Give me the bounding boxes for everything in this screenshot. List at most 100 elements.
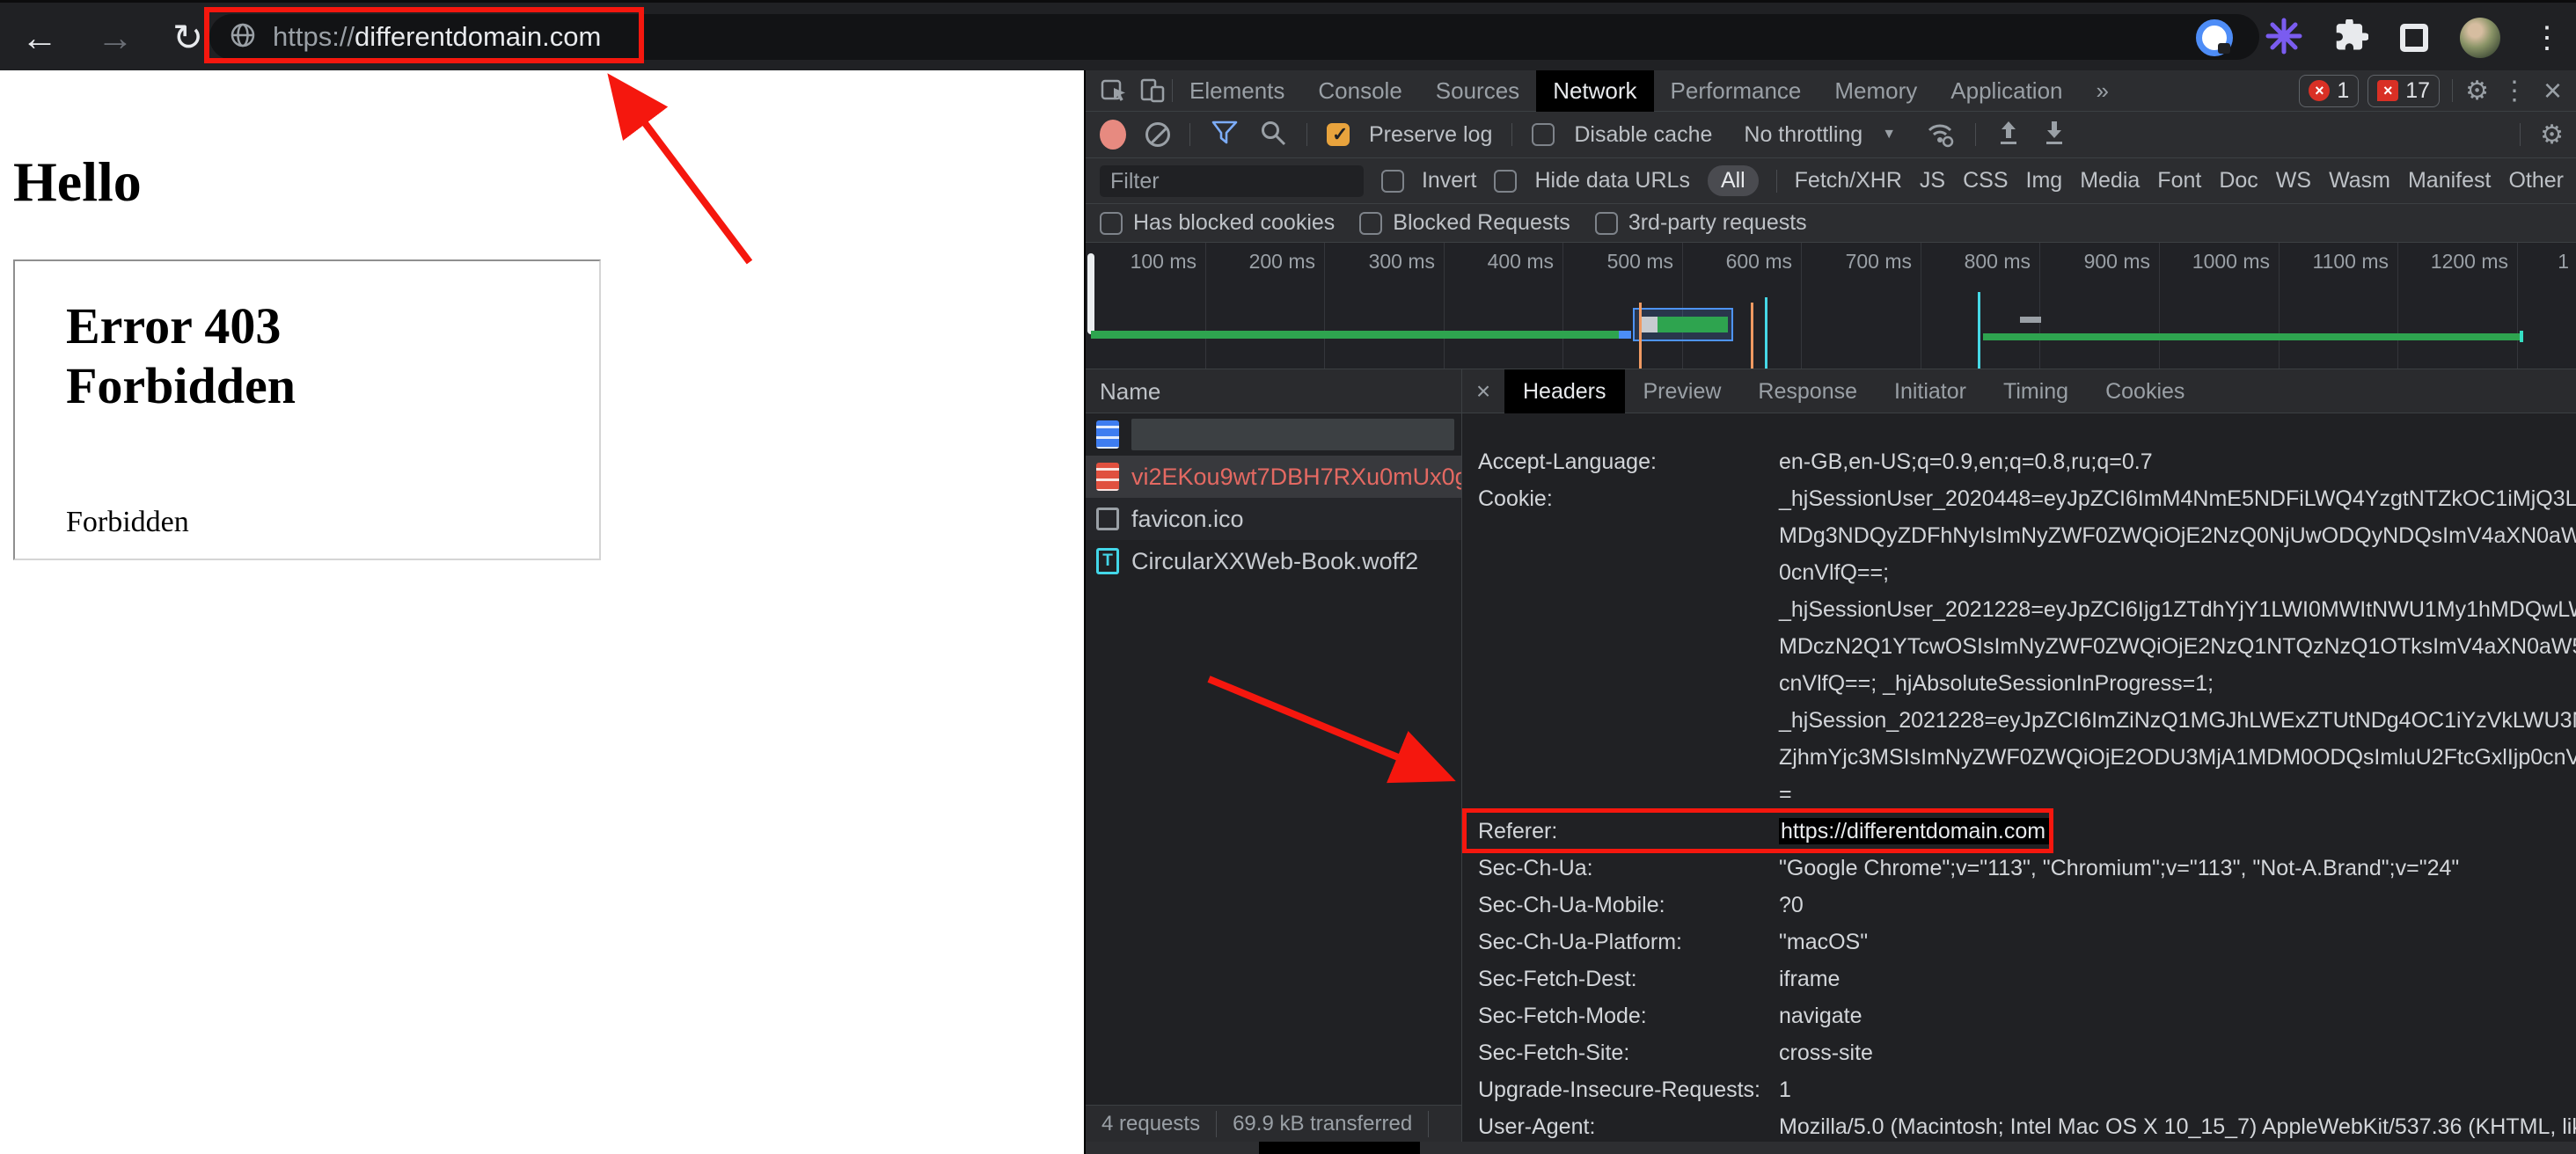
issues-icon: × [2377,80,2398,101]
browser-toolbar: ← → ↻ https://differentdomain.com ⋮ [0,0,2576,70]
network-overview-timeline[interactable]: 100 ms 200 ms 300 ms 400 ms 500 ms 600 m… [1086,243,2576,369]
console-errors-badge[interactable]: × 1 [2299,75,2359,107]
filter-chip-fetch-xhr[interactable]: Fetch/XHR [1795,168,1902,194]
reload-icon[interactable]: ↻ [172,19,203,56]
details-tabbar: × Headers Preview Response Initiator Tim… [1462,369,2576,413]
throttling-select[interactable]: No throttling [1744,122,1862,148]
preserve-log-checkbox[interactable] [1327,123,1350,146]
export-har-icon[interactable] [2041,119,2067,151]
hide-data-urls-checkbox[interactable] [1494,170,1517,193]
invert-checkbox[interactable] [1381,170,1404,193]
tab-performance[interactable]: Performance [1654,70,1819,112]
devtools-menu-icon[interactable]: ⋮ [2501,76,2528,106]
tab-cookies[interactable]: Cookies [2087,369,2203,413]
request-row-failed[interactable]: vi2EKou9wt7DBH7RXu0mUx0g [1086,456,1461,498]
waterfall-bar-document-download [1619,331,1631,339]
tab-initiator[interactable]: Initiator [1876,369,1985,413]
filter-funnel-icon[interactable] [1210,119,1240,151]
profile-avatar[interactable] [2460,18,2500,58]
blocked-requests-label[interactable]: Blocked Requests [1393,210,1570,236]
tab-network[interactable]: Network [1536,70,1653,112]
filter-chip-doc[interactable]: Doc [2219,168,2258,194]
tab-timing[interactable]: Timing [1985,369,2087,413]
privacy-extension-icon[interactable] [2196,19,2233,56]
close-details-icon[interactable]: × [1462,377,1504,405]
request-filter-row: Has blocked cookies Blocked Requests 3rd… [1086,204,2576,243]
header-row-sec-fetch-site: Sec-Fetch-Site: cross-site [1462,1034,2576,1071]
name-column-header[interactable]: Name [1086,369,1461,413]
network-conditions-icon[interactable] [1924,118,1956,152]
import-har-icon[interactable] [1995,119,2022,151]
third-party-requests-label[interactable]: 3rd-party requests [1628,210,1807,236]
filter-chip-manifest[interactable]: Manifest [2408,168,2491,194]
header-row-cookie: Cookie: _hjSessionUser_2020448=eyJpZCI6I… [1462,480,2576,813]
header-row-sec-ch-ua: Sec-Ch-Ua: "Google Chrome";v="113", "Chr… [1462,850,2576,887]
timeline-tick: 100 ms [1086,250,1197,274]
filter-chip-media[interactable]: Media [2080,168,2140,194]
filter-chip-wasm[interactable]: Wasm [2329,168,2390,194]
filter-chip-all[interactable]: All [1708,165,1759,196]
devtools-settings-icon[interactable]: ⚙ [2465,76,2489,106]
image-icon [1096,508,1119,530]
search-icon[interactable] [1259,119,1287,151]
inspect-element-icon[interactable] [1094,70,1133,112]
network-settings-icon[interactable]: ⚙ [2540,120,2564,150]
header-row-sec-ch-ua-mobile: Sec-Ch-Ua-Mobile: ?0 [1462,887,2576,924]
tab-console[interactable]: Console [1301,70,1418,112]
filter-chip-ws[interactable]: WS [2276,168,2311,194]
browser-menu-icon[interactable]: ⋮ [2532,20,2562,55]
tab-application[interactable]: Application [1934,70,2079,112]
disable-cache-label[interactable]: Disable cache [1574,122,1712,148]
throttling-caret-icon[interactable]: ▼ [1882,127,1896,142]
filter-chip-other[interactable]: Other [2508,168,2564,194]
tab-response[interactable]: Response [1739,369,1876,413]
blocked-requests-checkbox[interactable] [1359,212,1382,235]
timeline-scrubber-handle[interactable] [1087,253,1094,334]
filter-chip-js[interactable]: JS [1920,168,1945,194]
starburst-extension-icon[interactable] [2265,17,2303,60]
request-details-panel: × Headers Preview Response Initiator Tim… [1462,369,2576,1142]
has-blocked-cookies-label[interactable]: Has blocked cookies [1133,210,1335,236]
filter-chip-font[interactable]: Font [2157,168,2201,194]
requests-panel: Name vi2EKou9wt7DBH7RXu0mUx0g favicon.ic… [1086,369,1462,1105]
tab-memory[interactable]: Memory [1818,70,1934,112]
more-tabs-chevron[interactable]: » [2080,70,2126,112]
request-row-document[interactable] [1086,413,1461,456]
request-row-favicon[interactable]: favicon.ico [1086,498,1461,540]
requests-count: 4 requests [1101,1112,1200,1136]
header-row-accept-language: Accept-Language: en-GB,en-US;q=0.9,en;q=… [1462,443,2576,480]
hide-data-urls-label[interactable]: Hide data URLs [1534,168,1689,194]
filter-input[interactable]: Filter [1100,165,1364,197]
page-heading: Hello [13,150,142,215]
extensions-puzzle-icon[interactable] [2335,19,2368,57]
third-party-requests-checkbox[interactable] [1595,212,1618,235]
has-blocked-cookies-checkbox[interactable] [1100,212,1123,235]
tab-sources[interactable]: Sources [1419,70,1536,112]
forward-icon[interactable]: → [97,19,134,56]
back-icon[interactable]: ← [21,19,58,56]
tab-headers[interactable]: Headers [1504,369,1625,413]
invert-label[interactable]: Invert [1422,168,1477,194]
timeline-tick-clipped: 1 [2437,250,2569,274]
referer-value: https://differentdomain.com [1779,818,2053,844]
request-row-font[interactable]: T CircularXXWeb-Book.woff2 [1086,540,1461,582]
filter-chip-css[interactable]: CSS [1963,168,2008,194]
page-viewport: Hello Error 403Forbidden Forbidden [0,70,1084,1154]
side-panel-icon[interactable] [2400,24,2428,52]
tab-elements[interactable]: Elements [1173,70,1301,112]
preserve-log-label[interactable]: Preserve log [1369,122,1492,148]
waterfall-selected-request[interactable] [1633,308,1733,341]
load-event-line [1639,303,1642,369]
filter-chip-img[interactable]: Img [2026,168,2063,194]
devtools-panel: Elements Console Sources Network Perform… [1084,70,2576,1154]
device-toolbar-icon[interactable] [1133,70,1172,112]
devtools-close-icon[interactable]: × [2543,72,2562,109]
waterfall-bar-document [1091,331,1619,339]
tab-preview[interactable]: Preview [1625,369,1740,413]
timeline-tick: 1000 ms [2138,250,2270,274]
disable-cache-checkbox[interactable] [1532,123,1555,146]
clear-icon[interactable] [1145,122,1170,147]
waterfall-bar-font-end [2520,331,2523,342]
issues-badge[interactable]: × 17 [2367,75,2440,107]
record-icon[interactable] [1100,120,1126,150]
